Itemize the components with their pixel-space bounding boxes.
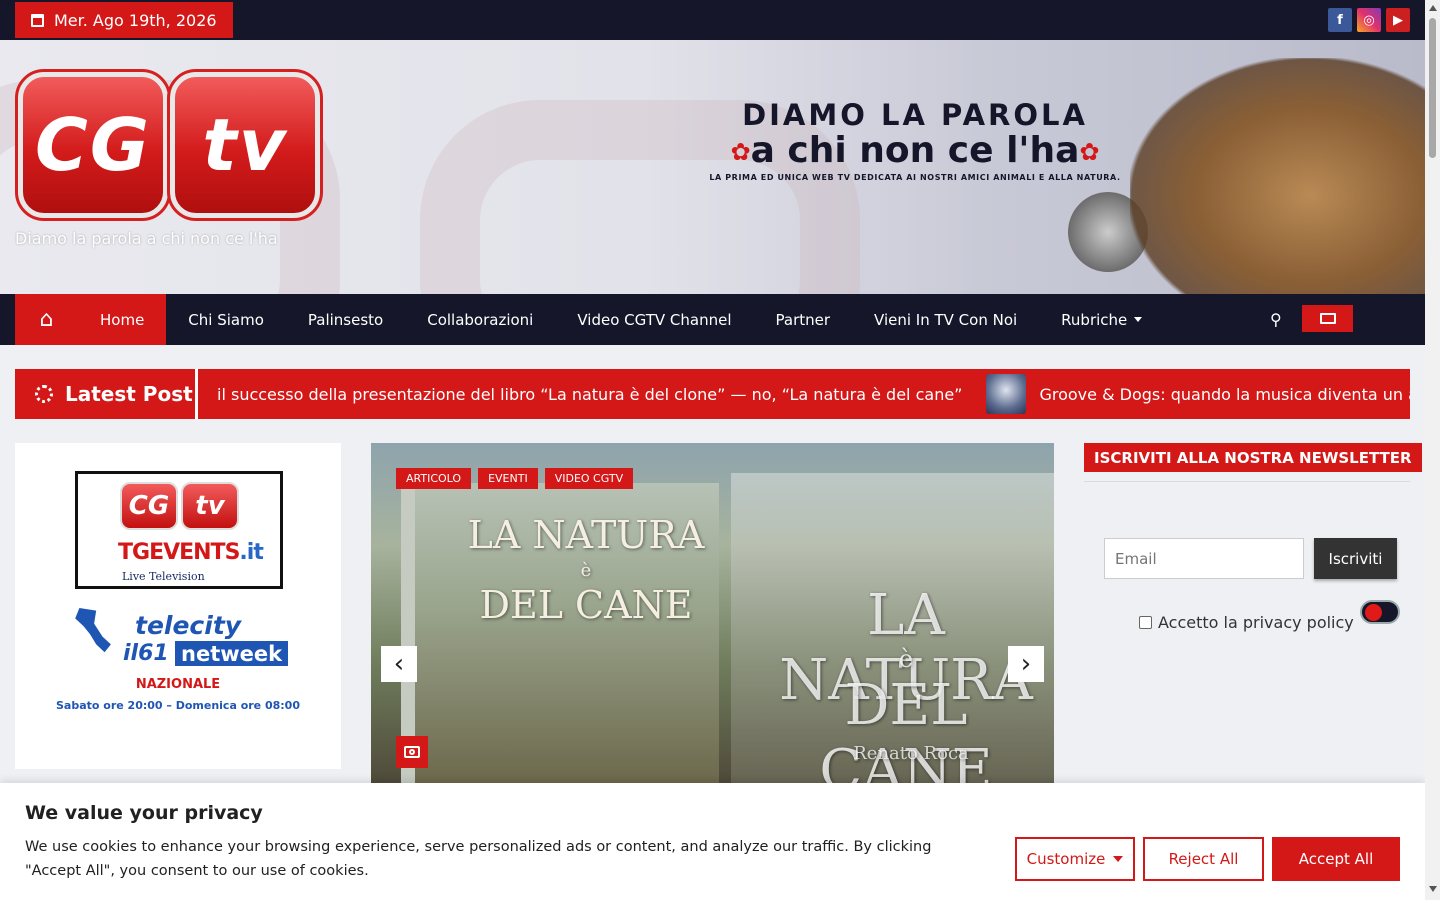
netweek-logo: netweek [175, 641, 289, 666]
mini-logo-cg: CG [120, 482, 178, 530]
il61-logo: il61 [123, 641, 169, 666]
book-title-line-1: LA NATURA [467, 513, 705, 557]
privacy-consent: Accetto la privacy policy [1139, 613, 1354, 632]
latest-post-ticker: Latest Post il successo della presentazi… [15, 369, 1410, 419]
scrollbar-thumb[interactable] [1429, 18, 1436, 158]
date-badge: Mer. Ago 19th, 2026 [15, 2, 233, 38]
site-logo[interactable]: CG tv [15, 69, 323, 221]
monitor-icon [1319, 313, 1336, 324]
nav-item-palinsesto[interactable]: Palinsesto [286, 294, 405, 345]
slider-prev-button[interactable]: ‹ [381, 646, 417, 682]
header-banner: CG tv Diamo la parola a chi non ce l'ha … [0, 40, 1425, 294]
latest-post-title: Latest Post [65, 382, 193, 406]
tgevents-logo: TGEVENTS.it [118, 540, 264, 565]
tv-frame: CG tv TGEVENTS.it Live Television [75, 471, 283, 589]
logo-tv: tv [167, 69, 323, 221]
nav-item-chi-siamo[interactable]: Chi Siamo [166, 294, 286, 345]
nav-item-collaborazioni[interactable]: Collaborazioni [405, 294, 555, 345]
nav-item-video-cgtv-channel[interactable]: Video CGTV Channel [555, 294, 753, 345]
toggle-knob [1365, 604, 1382, 621]
top-bar: Mer. Ago 19th, 2026 f ◎ ▶ [0, 0, 1425, 40]
slogan-line-2-text: a chi non ce l'ha [750, 130, 1080, 171]
newsletter-title: ISCRIVITI ALLA NOSTRA NEWSLETTER [1084, 443, 1422, 472]
book-title-line-2: è [580, 560, 592, 581]
current-date: Mer. Ago 19th, 2026 [54, 10, 217, 30]
ticker-item[interactable]: Groove & Dogs: quando la musica diventa … [1039, 385, 1410, 404]
live-tv-button[interactable] [1302, 305, 1353, 332]
live-television-text: Live Television [122, 570, 205, 583]
instagram-icon[interactable]: ◎ [1357, 8, 1381, 32]
category-badge[interactable]: VIDEO CGTV [544, 468, 634, 489]
newsletter-subscribe-button[interactable]: Iscriviti [1314, 538, 1397, 579]
customize-button[interactable]: Customize [1015, 837, 1135, 881]
chevron-right-icon: › [1020, 649, 1032, 679]
italy-map-icon [75, 608, 111, 653]
book-author: Renato Roca [853, 743, 969, 764]
dog-image [1130, 58, 1425, 294]
calendar-icon [31, 13, 44, 27]
social-links: f ◎ ▶ [1328, 8, 1410, 32]
latest-post-label: Latest Post [15, 369, 198, 419]
search-icon[interactable]: ⚲ [1270, 310, 1282, 329]
nazionale-label: NAZIONALE [135, 677, 221, 692]
privacy-checkbox[interactable] [1139, 616, 1152, 629]
ticker-item[interactable]: il successo della presentazione del libr… [217, 385, 962, 404]
banner-slogan: DIAMO LA PAROLA ✿a chi non ce l'ha✿ LA P… [680, 98, 1150, 182]
ticker-thumbnail[interactable] [986, 374, 1027, 414]
accept-all-button[interactable]: Accept All [1272, 837, 1400, 881]
caret-down-icon [1113, 856, 1124, 862]
slider-next-button[interactable]: › [1008, 646, 1044, 682]
facebook-icon[interactable]: f [1328, 8, 1352, 32]
spinner-icon [35, 385, 53, 403]
cgtv-mini-logo: CG tv [120, 482, 239, 530]
sidebar-ad-widget[interactable]: CG tv TGEVENTS.it Live Television teleci… [15, 443, 341, 769]
featured-slider[interactable]: LA NATURA è DEL CANE LA NATURA è DEL CAN… [371, 443, 1054, 783]
scroll-up-icon[interactable] [1429, 5, 1437, 11]
divider [1084, 481, 1410, 482]
main-navigation: ⌂ Home Chi Siamo Palinsesto Collaborazio… [0, 294, 1425, 624]
cookie-text: We use cookies to enhance your browsing … [25, 839, 932, 879]
tgevents-suffix: .it [239, 540, 263, 565]
nav-item-rubriche[interactable]: Rubriche [1039, 294, 1164, 345]
nav-item-partner[interactable]: Partner [754, 294, 853, 345]
book-title-line-3: DEL CANE [479, 583, 693, 627]
tgevents-name: TGEVENTS [118, 540, 240, 565]
customize-label: Customize [1026, 850, 1106, 868]
youtube-icon[interactable]: ▶ [1386, 8, 1410, 32]
reject-all-button[interactable]: Reject All [1143, 837, 1264, 881]
slogan-line-2: ✿a chi non ce l'ha✿ [680, 130, 1150, 171]
slogan-line-3: LA PRIMA ED UNICA WEB TV DEDICATA AI NOS… [709, 173, 1121, 182]
category-badge[interactable]: EVENTI [478, 468, 538, 489]
paw-icon: ✿ [730, 138, 751, 166]
scroll-down-icon[interactable] [1429, 886, 1437, 892]
nav-item-home[interactable]: Home [78, 294, 167, 345]
cookie-consent-banner: We value your privacy We use cookies to … [0, 783, 1425, 900]
nav-item-rubriche-label: Rubriche [1061, 310, 1128, 329]
book-title-blurred-3: DEL CANE [819, 673, 993, 783]
book-title-blurred-2: è [898, 645, 914, 673]
ticker-items: il successo della presentazione del libr… [217, 369, 1410, 419]
chevron-left-icon: ‹ [393, 649, 405, 679]
slide-categories: ARTICOLO EVENTI VIDEO CGTV [396, 468, 634, 489]
camera-icon [396, 736, 428, 768]
page-scrollbar[interactable] [1425, 0, 1440, 900]
slogan-line-1: DIAMO LA PAROLA [742, 98, 1088, 132]
paw-icon: ✿ [1079, 138, 1100, 166]
newsletter-email-input[interactable] [1104, 538, 1304, 579]
telecity-logo: telecity [135, 611, 242, 640]
logo-cg: CG [15, 69, 171, 221]
chevron-down-icon [1134, 317, 1143, 322]
cookie-title: We value your privacy [25, 802, 263, 824]
broadcast-schedule: Sabato ore 20:00 – Domenica ore 08:00 [55, 699, 300, 712]
mini-logo-tv: tv [181, 482, 239, 530]
privacy-label: Accetto la privacy policy [1158, 613, 1354, 632]
nav-item-vieni-in-tv[interactable]: Vieni In TV Con Noi [852, 294, 1039, 345]
dark-mode-toggle[interactable] [1360, 600, 1400, 624]
category-badge[interactable]: ARTICOLO [396, 468, 472, 489]
site-tagline: Diamo la parola a chi non ce l'ha [15, 229, 278, 248]
home-icon[interactable]: ⌂ [15, 294, 78, 345]
